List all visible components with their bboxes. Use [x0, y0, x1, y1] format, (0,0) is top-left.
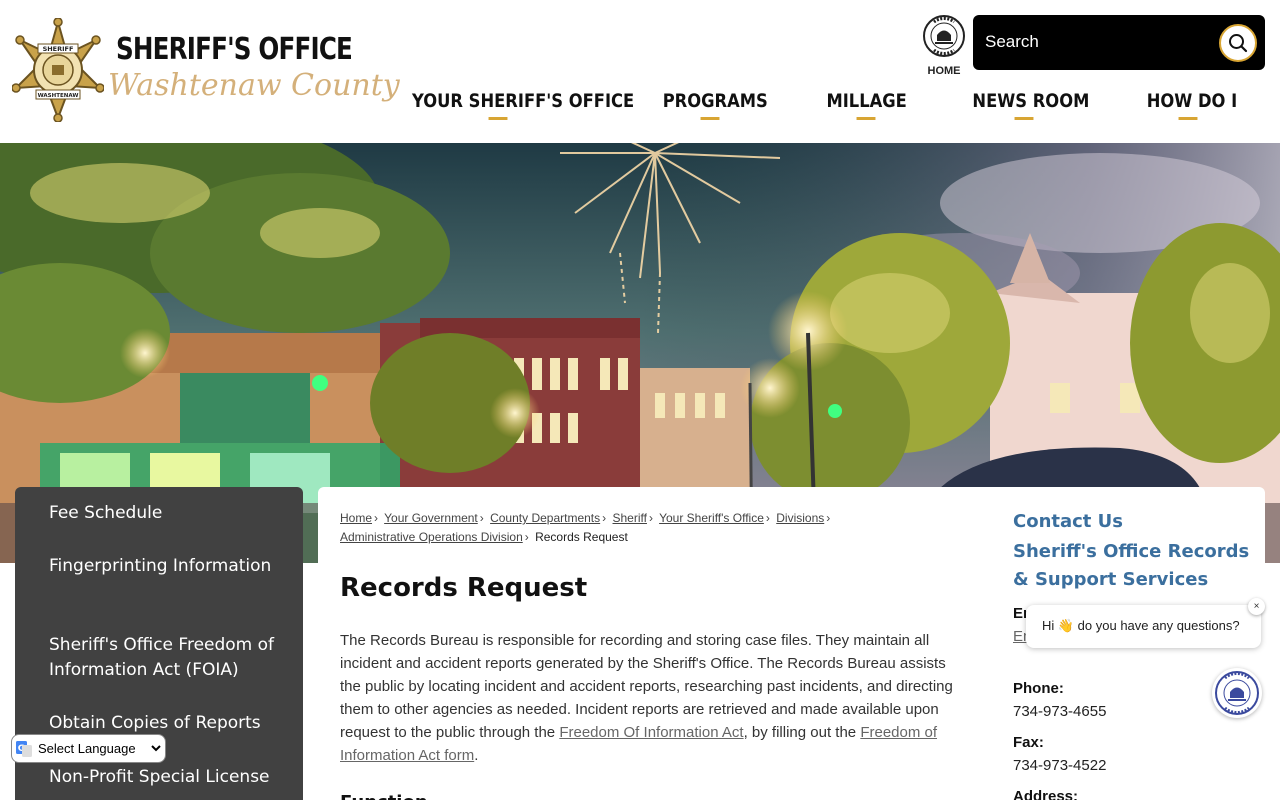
site-header: SHERIFF WASHTENAW SHERIFF'S OFFICE Washt… — [0, 0, 1280, 143]
address-label: Address: — [1013, 788, 1079, 800]
nav-programs[interactable]: PROGRAMS — [663, 90, 768, 120]
sidebar-item-non-profit-license[interactable]: Non-Profit Special License — [49, 765, 279, 790]
nav-underline — [856, 117, 876, 120]
chat-message: Hi 👋 do you have any questions? — [1042, 618, 1240, 633]
county-seal-icon — [923, 15, 965, 57]
breadcrumb-your-government[interactable]: Your Government — [384, 511, 478, 525]
chat-prompt-bubble[interactable]: Hi 👋 do you have any questions? — [1026, 605, 1261, 648]
breadcrumb-county-departments[interactable]: County Departments — [490, 511, 600, 525]
nav-underline — [488, 117, 508, 120]
breadcrumb-separator: › — [602, 511, 607, 525]
chat-close-button[interactable]: × — [1248, 598, 1265, 615]
sidebar-item-fee-schedule[interactable]: Fee Schedule — [49, 501, 279, 526]
language-select[interactable]: Select Language — [34, 740, 164, 757]
nav-underline — [700, 117, 720, 120]
breadcrumb-separator: › — [826, 511, 831, 525]
main-nav: YOUR SHERIFF'S OFFICE PROGRAMS MILLAGE N… — [0, 90, 1280, 130]
breadcrumb-your-sheriffs-office[interactable]: Your Sheriff's Office — [659, 511, 764, 525]
breadcrumb-separator: › — [479, 511, 484, 525]
breadcrumb-separator: › — [648, 511, 653, 525]
phone-label: Phone: — [1013, 680, 1064, 697]
sidebar-item-fingerprinting[interactable]: Fingerprinting Information — [49, 554, 279, 579]
breadcrumb-current: Records Request — [535, 530, 628, 544]
search-icon — [1229, 34, 1248, 53]
fax-label: Fax: — [1013, 734, 1044, 751]
contact-org-name: Sheriff's Office Records & Support Servi… — [1013, 541, 1250, 590]
records-description: The Records Bureau is responsible for re… — [340, 629, 970, 767]
breadcrumb-admin-operations[interactable]: Administrative Operations Division — [340, 530, 523, 544]
nav-news-room[interactable]: NEWS ROOM — [972, 90, 1089, 120]
breadcrumb-sheriff[interactable]: Sheriff — [613, 511, 647, 525]
nav-underline — [1014, 117, 1034, 120]
logo-title: SHERIFF'S OFFICE — [116, 32, 353, 67]
function-heading: Function — [340, 792, 428, 800]
google-translate-icon: G — [16, 740, 32, 757]
home-label: HOME — [927, 65, 961, 77]
fax-value: 734-973-4522 — [1013, 757, 1107, 774]
breadcrumb: Home › Your Government › County Department… — [340, 509, 860, 547]
nav-label: HOW DO I — [1146, 90, 1238, 112]
sidebar-item-foia[interactable]: Sheriff's Office Freedom of Information … — [49, 633, 279, 683]
nav-your-sheriffs-office[interactable]: YOUR SHERIFF'S OFFICE — [412, 90, 634, 120]
breadcrumb-separator: › — [765, 511, 770, 525]
breadcrumb-home[interactable]: Home — [340, 511, 372, 525]
breadcrumb-divisions[interactable]: Divisions — [776, 511, 824, 525]
nav-how-do-i[interactable]: HOW DO I — [1147, 90, 1237, 120]
search-button[interactable] — [1219, 24, 1257, 62]
body-text-part: , by filling out the — [743, 724, 861, 741]
google-translate-widget: G Select Language — [11, 734, 166, 763]
nav-label: PROGRAMS — [662, 90, 768, 112]
home-link[interactable]: HOME — [920, 14, 968, 77]
nav-underline — [1178, 117, 1198, 120]
sidebar-item-obtain-reports[interactable]: Obtain Copies of Reports — [49, 711, 279, 736]
breadcrumb-separator: › — [524, 530, 529, 544]
foia-link[interactable]: Freedom Of Information Act — [559, 724, 743, 741]
county-seal-icon — [1215, 671, 1259, 715]
contact-title: Contact Us — [1013, 511, 1124, 532]
nav-label: NEWS ROOM — [972, 90, 1090, 112]
search-box — [973, 15, 1265, 70]
contact-panel: Contact Us Sheriff's Office Records & Su… — [1013, 511, 1253, 800]
badge-top-text: SHERIFF — [43, 45, 74, 53]
page-title: Records Request — [340, 573, 588, 603]
breadcrumb-separator: › — [374, 511, 379, 525]
nav-millage[interactable]: MILLAGE — [826, 90, 907, 120]
phone-value: 734-973-4655 — [1013, 703, 1107, 720]
nav-label: MILLAGE — [826, 90, 907, 112]
body-text-part: . — [474, 747, 479, 764]
nav-label: YOUR SHERIFF'S OFFICE — [412, 90, 635, 112]
search-input[interactable] — [985, 25, 1215, 59]
chat-launcher-button[interactable] — [1212, 668, 1262, 718]
